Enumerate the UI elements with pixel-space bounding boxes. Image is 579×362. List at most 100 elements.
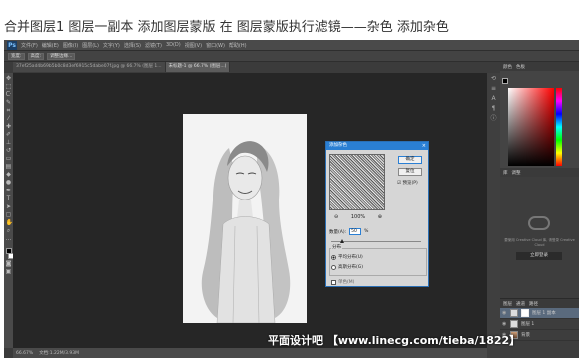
- menu-help[interactable]: 帮助(H): [229, 42, 247, 49]
- menu-image[interactable]: 图像(I): [63, 42, 78, 49]
- uniform-radio[interactable]: 平均分布(U): [331, 254, 363, 260]
- blur-tool-icon[interactable]: ◆: [6, 172, 12, 178]
- hand-tool-icon[interactable]: ✋: [6, 220, 13, 226]
- tab-libraries[interactable]: 库: [503, 170, 508, 176]
- height-field[interactable]: 高度:: [27, 52, 45, 60]
- amount-unit: %: [364, 229, 369, 234]
- noise-preview[interactable]: [329, 154, 385, 210]
- menu-file[interactable]: 文件(F): [21, 42, 38, 49]
- lasso-tool-icon[interactable]: ᑢ: [6, 92, 12, 98]
- history-icon[interactable]: ⟲: [490, 76, 497, 82]
- healing-tool-icon[interactable]: ✚: [6, 124, 12, 130]
- quick-mask-icon[interactable]: ◙: [6, 261, 12, 267]
- watermark-text: 平面设计吧 【www.linecg.com/tieba/1822】: [268, 334, 521, 347]
- gaussian-radio[interactable]: 高斯分布(G): [331, 264, 363, 270]
- type-tool-icon[interactable]: T: [6, 196, 12, 202]
- photoshop-window: Ps 文件(F) 编辑(E) 图像(I) 图层(L) 文字(Y) 选择(S) 滤…: [4, 40, 579, 358]
- width-field[interactable]: 宽度:: [8, 52, 25, 60]
- tools-panel: ✥ ⬚ ᑢ ✎ ⌗ ⁄ ✚ ✐ ⊥ ↺ ▭ ▤ ◆ ● ✒ T ➤ ▢ ✋ ⌕ …: [4, 73, 14, 348]
- checkbox-icon[interactable]: [331, 279, 336, 285]
- tab-doc-photo[interactable]: 37ef25ad4b69b5b0c8d3ef6915c5dabe07f.jpg …: [13, 62, 166, 72]
- document-tabs: 37ef25ad4b69b5b0c8d3ef6915c5dabe07f.jpg …: [13, 62, 231, 72]
- more-tools-icon[interactable]: …: [6, 236, 12, 242]
- tab-swatches[interactable]: 色板: [516, 64, 525, 70]
- ok-button[interactable]: 确定: [398, 156, 422, 164]
- radio-unselected-icon[interactable]: [331, 264, 336, 270]
- menu-bar: Ps 文件(F) 编辑(E) 图像(I) 图层(L) 文字(Y) 选择(S) 滤…: [4, 40, 579, 51]
- reset-button[interactable]: 复位: [398, 168, 422, 176]
- refine-edge-button[interactable]: 调整边缘...: [47, 52, 76, 60]
- amount-slider-thumb[interactable]: [340, 239, 344, 243]
- screen-mode-icon[interactable]: ▣: [6, 269, 12, 275]
- color-picker-field[interactable]: [508, 88, 554, 166]
- move-tool-icon[interactable]: ✥: [6, 76, 12, 82]
- brush-tool-icon[interactable]: ✐: [6, 132, 12, 138]
- history-brush-tool-icon[interactable]: ↺: [6, 148, 12, 154]
- monochromatic-checkbox[interactable]: 单色(M): [331, 279, 354, 285]
- properties-icon[interactable]: ≡: [490, 86, 497, 92]
- menu-view[interactable]: 视图(V): [185, 42, 202, 49]
- menu-3d[interactable]: 3D(D): [166, 42, 181, 48]
- paragraph-icon[interactable]: ¶: [490, 106, 497, 112]
- radio-selected-icon[interactable]: [331, 254, 336, 260]
- gaussian-label: 高斯分布(G): [338, 265, 363, 270]
- zoom-in-icon[interactable]: ⊕: [378, 214, 382, 220]
- add-noise-dialog: 添加杂色 × 确定 复位 ☑ 预览(P) ⊖ 100% ⊕ 数量(A): 50 …: [325, 141, 429, 287]
- color-panel-foreground-swatch[interactable]: [502, 78, 508, 84]
- amount-label: 数量(A):: [329, 229, 347, 235]
- shape-tool-icon[interactable]: ▢: [6, 212, 12, 218]
- amount-slider-track[interactable]: [331, 241, 421, 242]
- tab-color[interactable]: 颜色: [503, 64, 512, 70]
- close-icon[interactable]: ×: [422, 142, 426, 150]
- document-image[interactable]: [183, 114, 307, 323]
- dialog-title: 添加杂色: [329, 143, 347, 148]
- zoom-tool-icon[interactable]: ⌕: [6, 228, 12, 234]
- zoom-level[interactable]: 66.67%: [16, 351, 33, 356]
- character-icon[interactable]: A: [490, 96, 497, 102]
- dodge-tool-icon[interactable]: ●: [6, 180, 12, 186]
- uniform-label: 平均分布(U): [338, 255, 363, 260]
- eyedropper-tool-icon[interactable]: ⁄: [6, 116, 12, 122]
- hue-slider[interactable]: [556, 88, 562, 166]
- quick-select-tool-icon[interactable]: ✎: [6, 100, 12, 106]
- menu-window[interactable]: 窗口(W): [206, 42, 225, 49]
- preview-zoom-controls: ⊖ 100% ⊕: [334, 214, 382, 220]
- path-select-tool-icon[interactable]: ➤: [6, 204, 12, 210]
- menu-filter[interactable]: 滤镜(T): [145, 42, 162, 49]
- tab-paths[interactable]: 路径: [529, 301, 538, 307]
- tab-adjustments[interactable]: 调整: [512, 170, 521, 176]
- tab-channels[interactable]: 通道: [516, 301, 525, 307]
- menu-layer[interactable]: 图层(L): [82, 42, 99, 49]
- amount-input[interactable]: 50: [349, 228, 362, 235]
- menu-type[interactable]: 文字(Y): [103, 42, 120, 49]
- menu-select[interactable]: 选择(S): [124, 42, 141, 49]
- photoshop-logo-icon: Ps: [7, 40, 17, 50]
- preview-label: 预览(P): [402, 181, 418, 186]
- preview-checkbox[interactable]: ☑ 预览(P): [397, 180, 418, 186]
- menu-edit[interactable]: 编辑(E): [42, 42, 59, 49]
- crop-tool-icon[interactable]: ⌗: [6, 108, 12, 114]
- tab-layers[interactable]: 图层: [503, 301, 512, 307]
- collapsed-panel-dock: ⟲ ≡ A ¶ ⓘ: [487, 73, 500, 358]
- layer-name: 图层 1 副本: [532, 311, 556, 316]
- monochromatic-label: 单色(M): [338, 280, 355, 285]
- gradient-tool-icon[interactable]: ▤: [6, 164, 12, 170]
- tab-doc-untitled[interactable]: 未标题-1 @ 66.7% (图层...): [165, 62, 231, 72]
- visibility-eye-icon[interactable]: ◉: [502, 321, 507, 327]
- layer-mask-thumbnail[interactable]: [521, 309, 529, 317]
- layer-name: 背景: [521, 333, 530, 338]
- dialog-title-bar[interactable]: 添加杂色 ×: [326, 142, 428, 150]
- layer-row[interactable]: ◉ 图层 1: [500, 319, 579, 330]
- layer-row[interactable]: ◉ 图层 1 副本: [500, 308, 579, 319]
- visibility-eye-icon[interactable]: ◉: [502, 310, 507, 316]
- sign-in-button[interactable]: 立即登录: [516, 252, 562, 260]
- info-icon[interactable]: ⓘ: [490, 116, 497, 122]
- document-size: 文档:1.22M/3.93M: [39, 351, 80, 356]
- libraries-panel: 库 调整 要使用 Creative Cloud 库, 请登录 Creative …: [500, 168, 579, 298]
- zoom-out-icon[interactable]: ⊖: [334, 214, 338, 220]
- eraser-tool-icon[interactable]: ▭: [6, 156, 12, 162]
- stamp-tool-icon[interactable]: ⊥: [6, 140, 12, 146]
- distribution-label: 分布: [331, 244, 342, 250]
- marquee-tool-icon[interactable]: ⬚: [6, 84, 12, 90]
- pen-tool-icon[interactable]: ✒: [6, 188, 12, 194]
